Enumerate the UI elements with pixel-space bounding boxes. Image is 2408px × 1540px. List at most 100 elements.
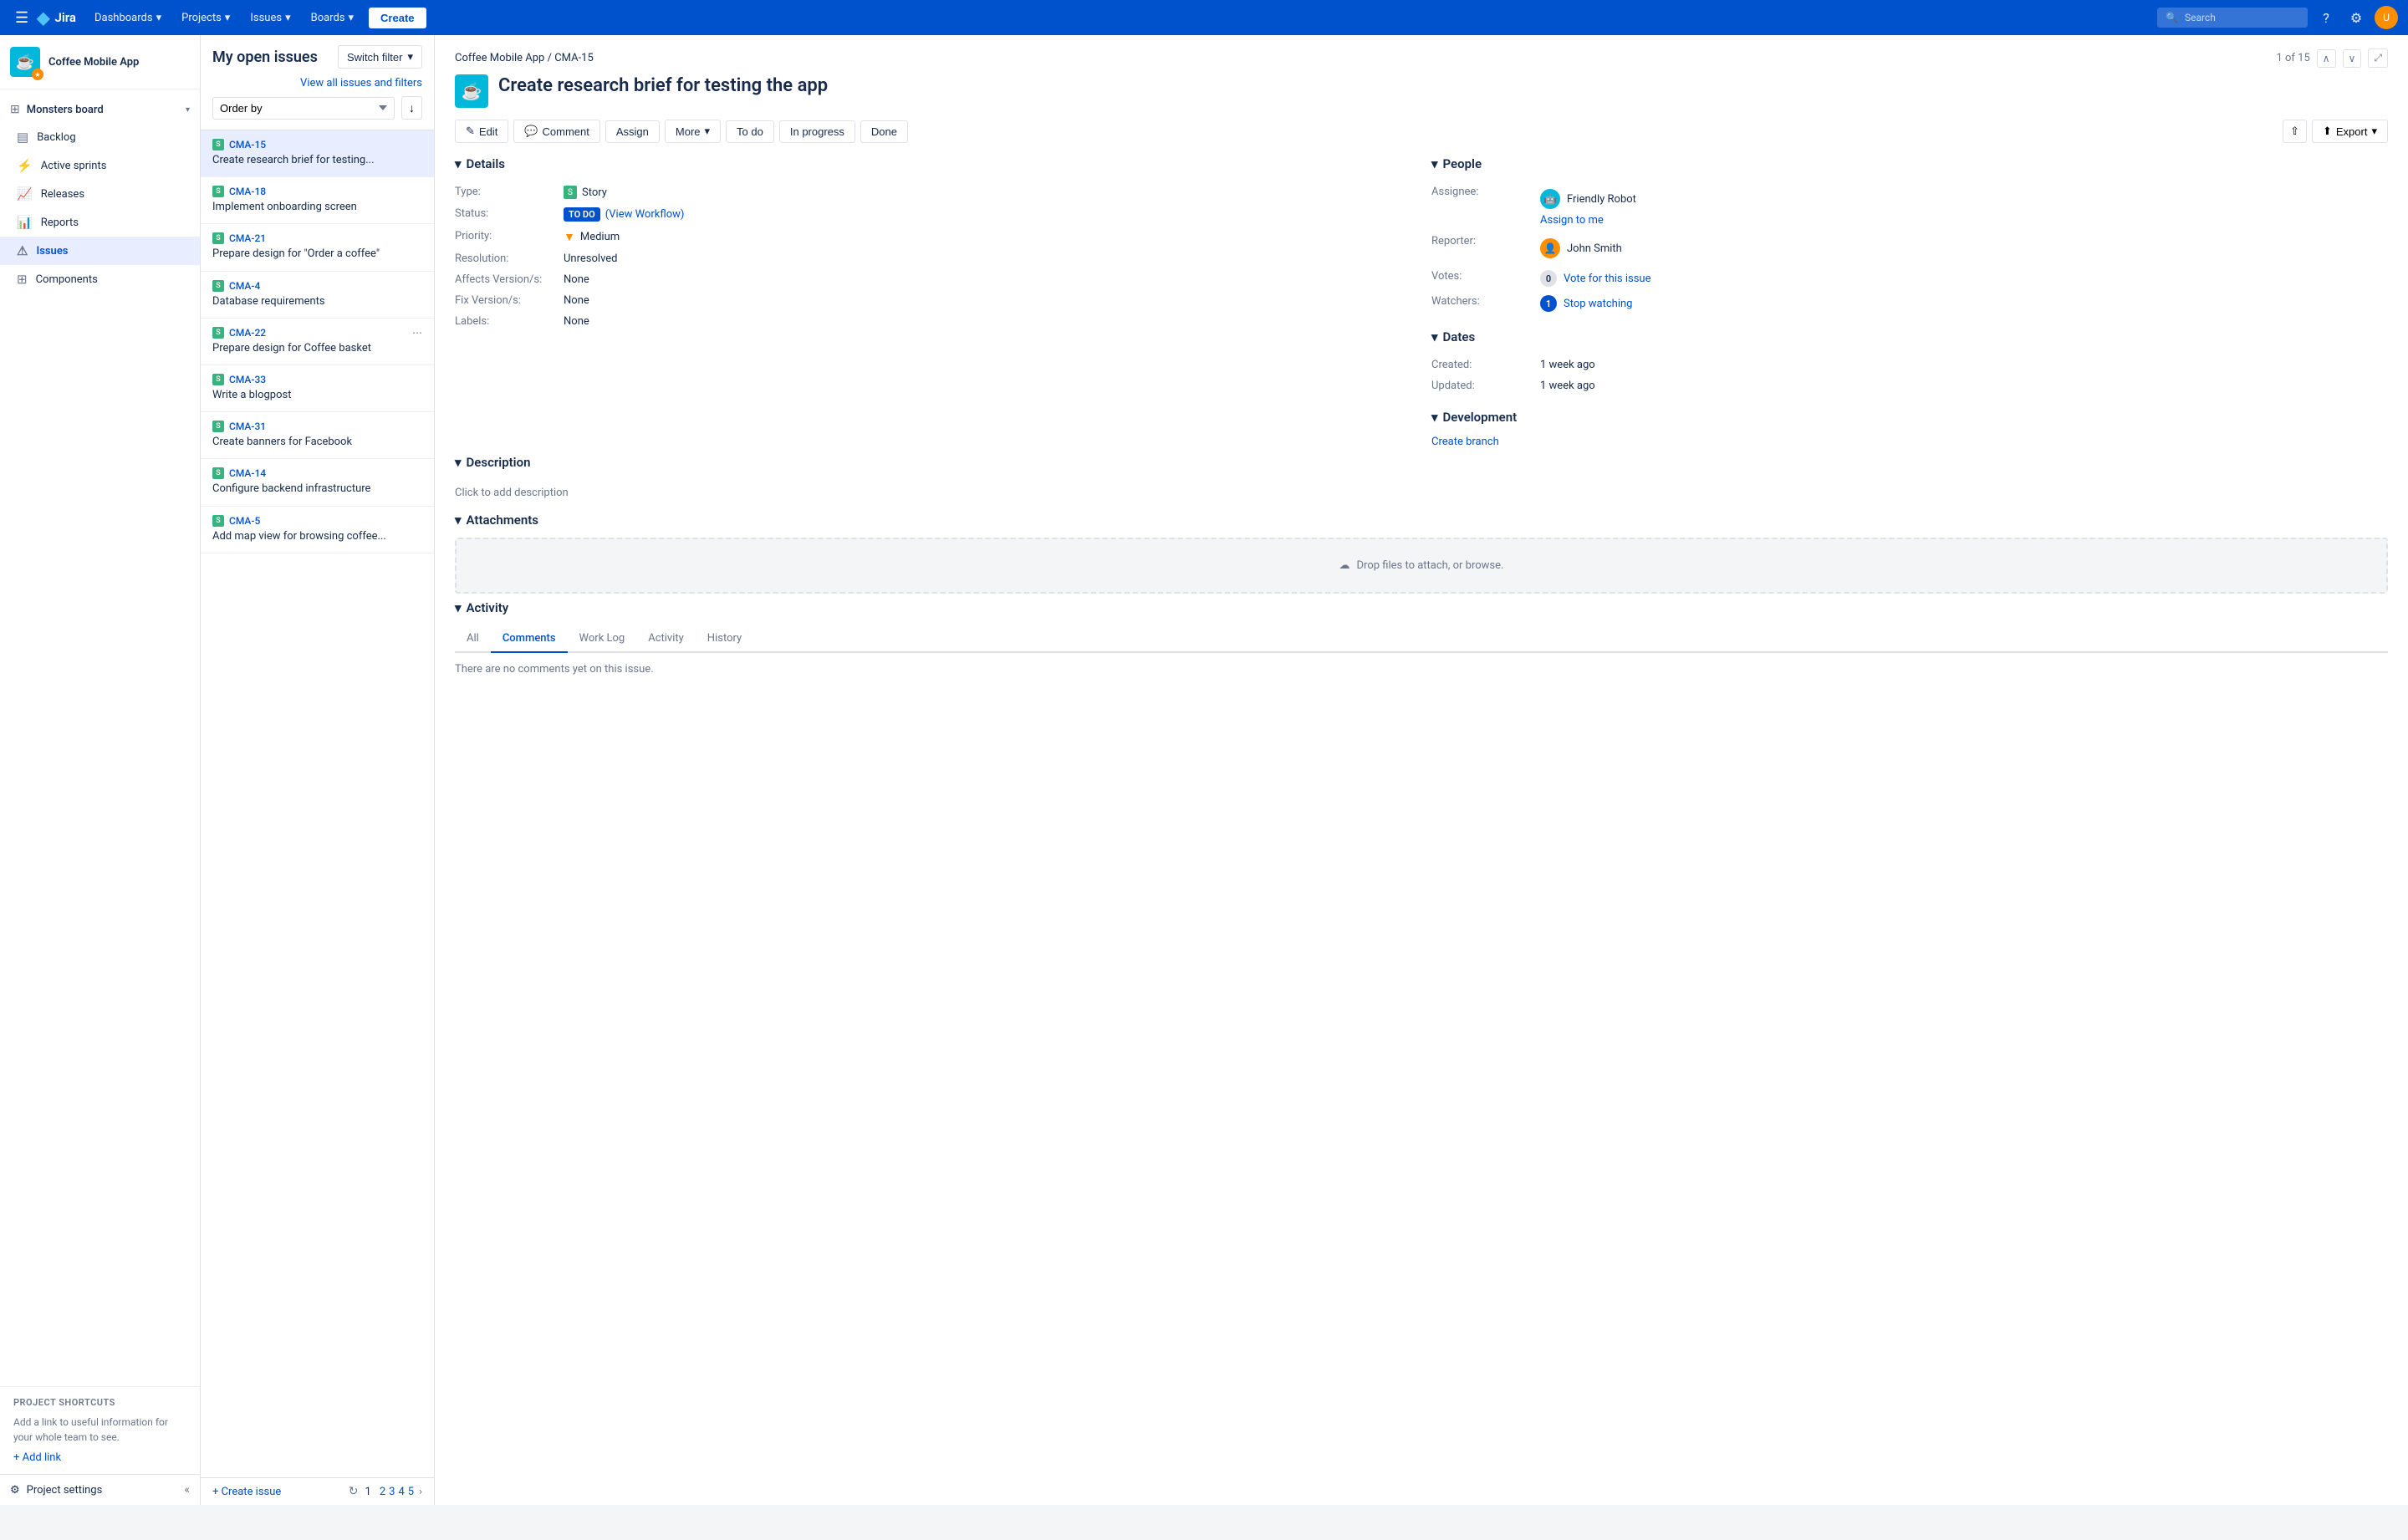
create-button[interactable]: Create (369, 8, 426, 28)
issue-title: Create research brief for testing... (212, 153, 422, 168)
pagination: 1 2345 › (365, 1486, 422, 1498)
tab-all[interactable]: All (455, 625, 491, 653)
issue-more-icon[interactable]: ⋯ (412, 327, 422, 339)
add-description-field[interactable]: Click to add description (455, 480, 2388, 506)
todo-button[interactable]: To do (726, 120, 774, 143)
export-button[interactable]: ⬆ Export ▾ (2312, 120, 2388, 143)
sidebar-item-backlog[interactable]: ▤ Backlog (0, 123, 200, 151)
sidebar-collapse-icon[interactable]: « (184, 1483, 190, 1497)
sidebar-item-active-sprints[interactable]: ⚡ Active sprints (0, 151, 200, 180)
create-branch-link[interactable]: Create branch (1431, 436, 1499, 448)
assign-button[interactable]: Assign (605, 120, 660, 143)
issue-list-item[interactable]: S CMA-5 Add map view for browsing coffee… (201, 507, 434, 553)
pagination-page[interactable]: 2 (380, 1486, 385, 1498)
nav-projects[interactable]: Projects ▾ (173, 7, 238, 29)
reporter-row: Reporter: 👤 John Smith (1431, 231, 2388, 266)
share-button[interactable]: ⇧ (2283, 120, 2307, 143)
more-button[interactable]: More ▾ (665, 120, 721, 143)
issues-panel-header: My open issues Switch filter ▾ View all … (201, 35, 434, 130)
issue-list-item[interactable]: S CMA-21 Prepare design for "Order a cof… (201, 224, 434, 271)
sidebar-item-issues[interactable]: ⚠ Issues (0, 237, 200, 265)
issue-list-item[interactable]: S CMA-4 Database requirements (201, 272, 434, 319)
breadcrumb-project-link[interactable]: Coffee Mobile App (455, 52, 544, 64)
comment-button[interactable]: 💬 Comment (513, 120, 600, 143)
in-progress-button[interactable]: In progress (779, 120, 855, 143)
attachments-chevron-icon: ▾ (455, 512, 462, 528)
switch-filter-button[interactable]: Switch filter ▾ (338, 45, 422, 69)
pagination-page[interactable]: 5 (408, 1486, 414, 1498)
issue-list-item[interactable]: S CMA-31 Create banners for Facebook (201, 412, 434, 459)
create-issue-button[interactable]: + Create issue (212, 1486, 281, 1498)
pagination-next[interactable]: › (419, 1486, 422, 1498)
people-chevron-icon: ▾ (1431, 156, 1438, 171)
tab-worklog[interactable]: Work Log (568, 625, 637, 653)
assignee-avatar: 🤖 (1540, 189, 1560, 209)
pagination-page[interactable]: 4 (398, 1486, 404, 1498)
attachment-drop-zone[interactable]: ☁ Drop files to attach, or browse. (455, 538, 2388, 594)
description-chevron-icon: ▾ (455, 455, 462, 470)
user-avatar[interactable]: U (2375, 6, 2398, 29)
view-all-issues-link[interactable]: View all issues and filters (300, 77, 422, 89)
details-chevron-icon: ▾ (455, 156, 462, 171)
help-button[interactable]: ? (2314, 6, 2338, 29)
done-button[interactable]: Done (860, 120, 908, 143)
detail-sections: ▾ Details Type: S Story (455, 156, 2388, 448)
stop-watching-link[interactable]: Stop watching (1564, 298, 1632, 310)
view-workflow-link[interactable]: (View Workflow) (605, 208, 685, 221)
issues-icon: ⚠ (17, 243, 28, 258)
issue-title-row: ☕ Create research brief for testing the … (455, 74, 2388, 108)
status-row: Status: TO DO (View Workflow) (455, 203, 1411, 226)
issue-actions: ✎ Edit 💬 Comment Assign More ▾ (455, 120, 2388, 143)
project-settings-button[interactable]: ⚙ Project settings « (0, 1474, 200, 1505)
refresh-button[interactable]: ↻ (349, 1485, 359, 1498)
development-section-header[interactable]: ▾ Development (1431, 410, 2388, 425)
people-section-header[interactable]: ▾ People (1431, 156, 2388, 171)
edit-button[interactable]: ✎ Edit (455, 120, 508, 143)
sort-direction-button[interactable]: ↓ (401, 96, 422, 120)
add-link-button[interactable]: + Add link (13, 1451, 186, 1464)
details-section-header[interactable]: ▾ Details (455, 156, 1411, 171)
sidebar-item-components[interactable]: ⊞ Components (0, 265, 200, 293)
project-shortcuts: PROJECT SHORTCUTS Add a link to useful i… (0, 1386, 200, 1474)
activity-tabs: All Comments Work Log Activity History (455, 625, 2388, 653)
issue-detail: Coffee Mobile App / CMA-15 1 of 15 ∧ ∨ ⤢ (435, 35, 2408, 1505)
issue-title: Add map view for browsing coffee... (212, 529, 422, 544)
vote-for-issue-link[interactable]: Vote for this issue (1564, 273, 1650, 285)
search-box[interactable]: 🔍 Search (2157, 8, 2308, 28)
prev-issue-button[interactable]: ∧ (2317, 49, 2336, 68)
dates-section-header[interactable]: ▾ Dates (1431, 329, 2388, 344)
description-section-header[interactable]: ▾ Description (455, 455, 2388, 470)
nav-issues[interactable]: Issues ▾ (242, 7, 298, 29)
issues-title-row: My open issues Switch filter ▾ (212, 45, 422, 69)
reporter-avatar: 👤 (1540, 238, 1560, 258)
sidebar-board-item[interactable]: ⊞ Monsters board ▾ (0, 96, 200, 123)
hamburger-menu[interactable]: ☰ (10, 4, 33, 32)
issue-id: S CMA-14 (212, 467, 422, 479)
nav-dashboards[interactable]: Dashboards ▾ (86, 7, 170, 29)
star-badge: ★ (32, 69, 43, 80)
issue-list-item[interactable]: S CMA-22 ⋯ Prepare design for Coffee bas… (201, 319, 434, 365)
sidebar-item-reports[interactable]: 📊 Reports (0, 208, 200, 237)
issue-list-item[interactable]: S CMA-15 Create research brief for testi… (201, 130, 434, 177)
activity-section-header[interactable]: ▾ Activity (455, 600, 2388, 615)
issue-project-icon: ☕ (455, 74, 488, 108)
issue-list-item[interactable]: S CMA-18 Implement onboarding screen (201, 177, 434, 224)
tab-activity[interactable]: Activity (636, 625, 696, 653)
expand-issue-button[interactable]: ⤢ (2368, 48, 2388, 68)
next-issue-button[interactable]: ∨ (2343, 49, 2362, 68)
attachments-section-header[interactable]: ▾ Attachments (455, 512, 2388, 528)
tab-comments[interactable]: Comments (491, 625, 568, 653)
order-by-select[interactable]: Order by (212, 97, 395, 120)
breadcrumb-issue-link[interactable]: CMA-15 (554, 52, 594, 64)
nav-boards[interactable]: Boards ▾ (303, 7, 362, 29)
tab-history[interactable]: History (696, 625, 753, 653)
pagination-page[interactable]: 3 (389, 1486, 395, 1498)
sidebar-item-releases[interactable]: 📈 Releases (0, 180, 200, 208)
assign-to-me-link[interactable]: Assign to me (1540, 214, 1636, 227)
settings-button[interactable]: ⚙ (2344, 6, 2368, 29)
created-row: Created: 1 week ago (1431, 354, 2388, 375)
issue-list-item[interactable]: S CMA-14 Configure backend infrastructur… (201, 459, 434, 506)
issue-list-item[interactable]: S CMA-33 Write a blogpost (201, 365, 434, 412)
issue-id: S CMA-18 (212, 186, 422, 197)
reports-icon: 📊 (17, 215, 33, 230)
